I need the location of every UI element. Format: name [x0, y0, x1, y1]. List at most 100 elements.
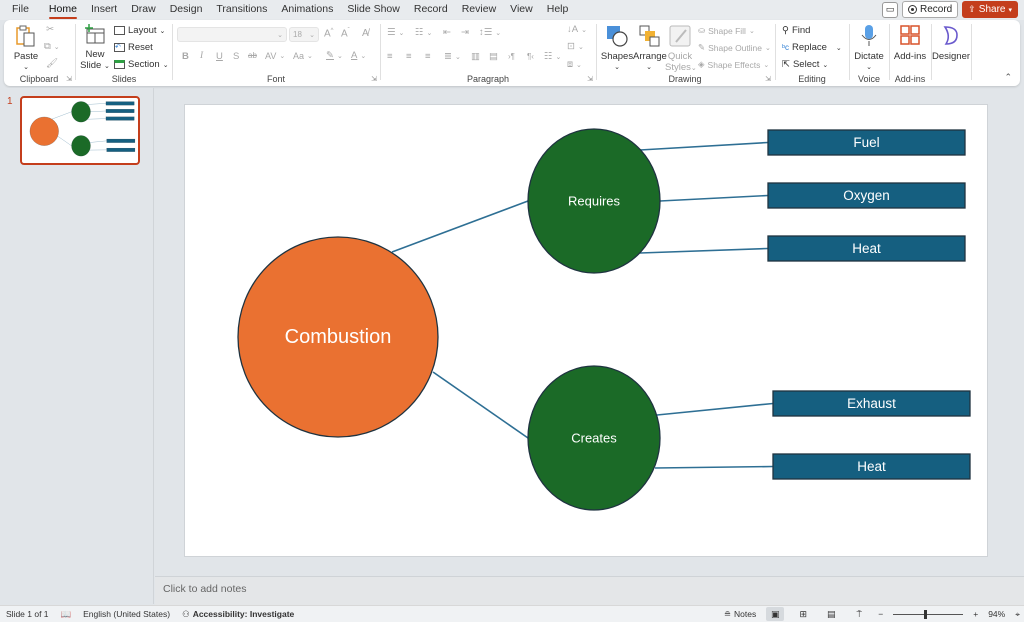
align-text-dropdown[interactable]: ⊡ ⌄: [567, 41, 584, 52]
font-name-dropdown[interactable]: ⌄: [177, 27, 287, 42]
find-button[interactable]: ⚲ Find: [782, 25, 810, 36]
slide-thumbnail[interactable]: [20, 96, 140, 165]
increase-indent-button[interactable]: ⇥: [461, 27, 469, 38]
tab-home[interactable]: Home: [42, 0, 84, 20]
slides-label: Slides: [111, 74, 137, 84]
ltr-button[interactable]: ›¶: [508, 52, 515, 61]
character-spacing-button[interactable]: AV ⌄: [265, 51, 285, 61]
spell-check-icon[interactable]: 📖: [61, 609, 72, 620]
tab-record[interactable]: Record: [407, 0, 455, 20]
character-spacing-icon: AV: [265, 51, 277, 61]
align-center-button[interactable]: ≡: [406, 51, 412, 62]
cut-button[interactable]: ✂: [46, 24, 54, 35]
dialog-launcher-icon[interactable]: ⇲: [66, 75, 72, 83]
dictate-button[interactable]: Dictate ⌄: [852, 24, 886, 73]
normal-view-button[interactable]: ▣: [766, 607, 785, 621]
arrange-button[interactable]: Arrange ⌄: [633, 24, 667, 73]
font-size-dropdown[interactable]: 18 ⌄: [289, 27, 319, 42]
grow-font-button[interactable]: A^: [324, 28, 334, 39]
change-case-button[interactable]: Aa ⌄: [293, 51, 313, 61]
columns-button[interactable]: ▥: [471, 51, 480, 62]
shape-effects-button[interactable]: ◈ Shape Effects ⌄: [698, 59, 769, 70]
tab-draw[interactable]: Draw: [124, 0, 163, 20]
strikethrough-button[interactable]: ab: [248, 51, 257, 60]
zoom-slider[interactable]: [893, 609, 964, 619]
comments-button[interactable]: ▭: [882, 1, 898, 18]
record-button[interactable]: Record: [902, 1, 959, 18]
underline-button[interactable]: U: [216, 51, 223, 62]
zoom-in-button[interactable]: +: [973, 609, 978, 619]
notes-pane[interactable]: Click to add notes: [155, 576, 1024, 605]
shape-outline-button[interactable]: ✎ Shape Outline ⌄: [698, 42, 771, 53]
tab-insert[interactable]: Insert: [84, 0, 124, 20]
zoom-level[interactable]: 94%: [988, 609, 1005, 619]
zoom-out-button[interactable]: −: [878, 609, 883, 619]
dictate-label: Dictate: [854, 51, 884, 62]
font-color-button[interactable]: A ⌄: [351, 50, 366, 61]
highlight-button[interactable]: ✎ ⌄: [326, 50, 343, 61]
decrease-indent-button[interactable]: ⇤: [443, 27, 451, 38]
rtl-button[interactable]: ¶‹: [527, 52, 534, 61]
leaf-label: Exhaust: [847, 396, 896, 411]
select-button[interactable]: ⇱ Select ⌄: [782, 59, 828, 70]
shrink-font-button[interactable]: Aˇ: [341, 28, 350, 39]
quick-styles-button[interactable]: Quick Styles⌄: [665, 24, 697, 74]
tab-design[interactable]: Design: [163, 0, 210, 20]
shadow-button[interactable]: S: [233, 51, 239, 62]
numbering-button[interactable]: ☷ ⌄: [415, 27, 432, 38]
numbering-icon: ☷: [415, 27, 424, 38]
tab-help[interactable]: Help: [540, 0, 576, 20]
reset-button[interactable]: ↶ Reset: [114, 42, 153, 53]
ribbon: Paste ⌄ ✂ ⧉ ⌄ 🖌 Clipboard ⇲ New Slide ⌄ L…: [4, 20, 1020, 86]
dialog-launcher-icon[interactable]: ⇲: [765, 75, 771, 83]
tab-transitions[interactable]: Transitions: [209, 0, 274, 20]
dialog-launcher-icon[interactable]: ⇲: [371, 75, 377, 83]
bullets-button[interactable]: ☰ ⌄: [387, 27, 404, 38]
layout-button[interactable]: Layout ⌄: [114, 25, 165, 36]
designer-button[interactable]: Designer: [932, 24, 970, 62]
clear-formatting-button[interactable]: A̸: [362, 28, 369, 39]
new-slide-button[interactable]: New Slide ⌄: [80, 24, 110, 72]
tab-slide-show[interactable]: Slide Show: [340, 0, 407, 20]
shapes-button[interactable]: Shapes ⌄: [600, 24, 634, 73]
slideshow-button[interactable]: ⍑: [850, 607, 868, 621]
smartart-dropdown[interactable]: ⧈ ⌄: [567, 59, 582, 70]
shape-fill-button[interactable]: ⛀ Shape Fill ⌄: [698, 25, 755, 36]
format-painter-button[interactable]: 🖌: [46, 58, 58, 69]
tab-view[interactable]: View: [503, 0, 540, 20]
addins-button[interactable]: Add-ins: [892, 24, 928, 62]
zoom-slider-thumb[interactable]: [924, 609, 928, 619]
tab-review[interactable]: Review: [455, 0, 503, 20]
accessibility-button[interactable]: ⚇ Accessibility: Investigate: [182, 609, 294, 620]
align-right-button[interactable]: ≡: [425, 51, 431, 62]
replace-label: Replace: [792, 42, 827, 53]
section-button[interactable]: Section ⌄: [114, 59, 169, 70]
align-left-button[interactable]: ≡: [387, 51, 393, 62]
branch-node-label: Requires: [568, 194, 621, 209]
notes-placeholder[interactable]: Click to add notes: [163, 583, 246, 595]
justify-button[interactable]: ≣ ⌄: [444, 51, 461, 62]
fit-to-window-icon[interactable]: ⌖: [1015, 609, 1020, 620]
collapse-ribbon-icon[interactable]: ⌃: [1004, 72, 1012, 83]
addins-group: Add-ins Add-ins: [890, 20, 930, 86]
tab-animations[interactable]: Animations: [274, 0, 340, 20]
slide-canvas[interactable]: Combustion Requires Fuel Oxygen Heat Creates E…: [184, 104, 988, 557]
branch-node: [71, 135, 91, 157]
dialog-launcher-icon[interactable]: ⇲: [587, 75, 593, 83]
share-button[interactable]: ⇪ Share ▾: [962, 1, 1018, 18]
reading-view-button[interactable]: ▤: [822, 607, 840, 621]
bold-button[interactable]: B: [182, 51, 189, 62]
slide-sorter-button[interactable]: ⊞: [794, 607, 812, 621]
text-direction-button[interactable]: ▤: [489, 51, 498, 62]
tab-file[interactable]: File: [0, 0, 36, 20]
notes-button[interactable]: ≘ Notes: [724, 609, 756, 620]
copy-button[interactable]: ⧉ ⌄: [44, 41, 60, 52]
replace-button[interactable]: ᵇc Replace ⌄: [782, 42, 842, 53]
reset-label: Reset: [128, 42, 153, 53]
language-indicator[interactable]: English (United States): [83, 609, 170, 619]
line-spacing-button[interactable]: ↕☰ ⌄: [479, 27, 501, 38]
paste-button[interactable]: Paste ⌄: [12, 24, 40, 73]
italic-button[interactable]: I: [200, 51, 203, 61]
list-options-button[interactable]: ☷ ⌄: [544, 51, 561, 62]
text-direction-dropdown[interactable]: ↓A ⌄: [567, 24, 587, 35]
